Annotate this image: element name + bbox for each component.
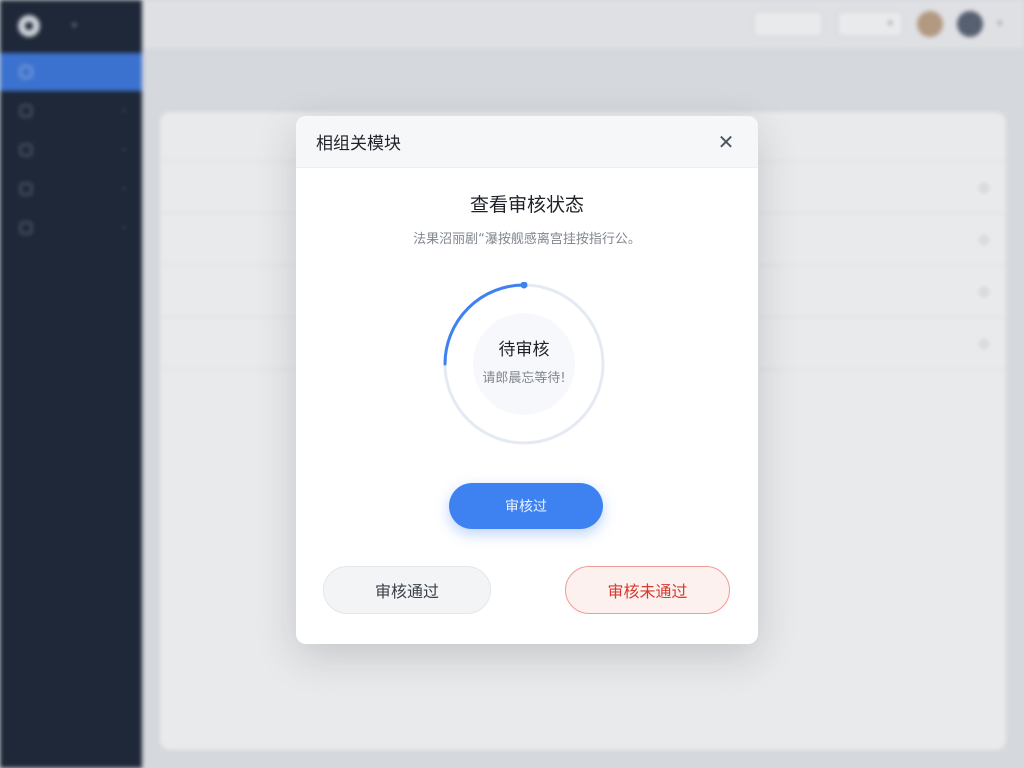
progress-ring-center: [473, 313, 575, 415]
progress-ring-marker: [520, 281, 528, 289]
status-note: 请郎晨忘等待!: [482, 371, 566, 386]
modal-heading: 查看审核状态: [469, 194, 584, 216]
status-label: 待审核: [498, 340, 550, 360]
status-progress-ring: 待审核 请郎晨忘等待!: [442, 281, 606, 446]
close-icon[interactable]: ✕: [714, 130, 738, 154]
review-status-modal: 相组关模块 ✕ 查看审核状态 法果沼丽剧“瀑按舰感离宫挂按指行公。 待审核 请郎…: [296, 116, 758, 644]
reject-button[interactable]: 审核未通过: [565, 566, 730, 614]
modal-title: 相组关模块: [316, 134, 401, 154]
modal-subtext: 法果沼丽剧“瀑按舰感离宫挂按指行公。: [413, 232, 641, 247]
primary-button[interactable]: 审核过: [449, 483, 603, 529]
modal-header: 相组关模块 ✕: [296, 116, 758, 168]
approve-button[interactable]: 审核通过: [323, 566, 491, 614]
